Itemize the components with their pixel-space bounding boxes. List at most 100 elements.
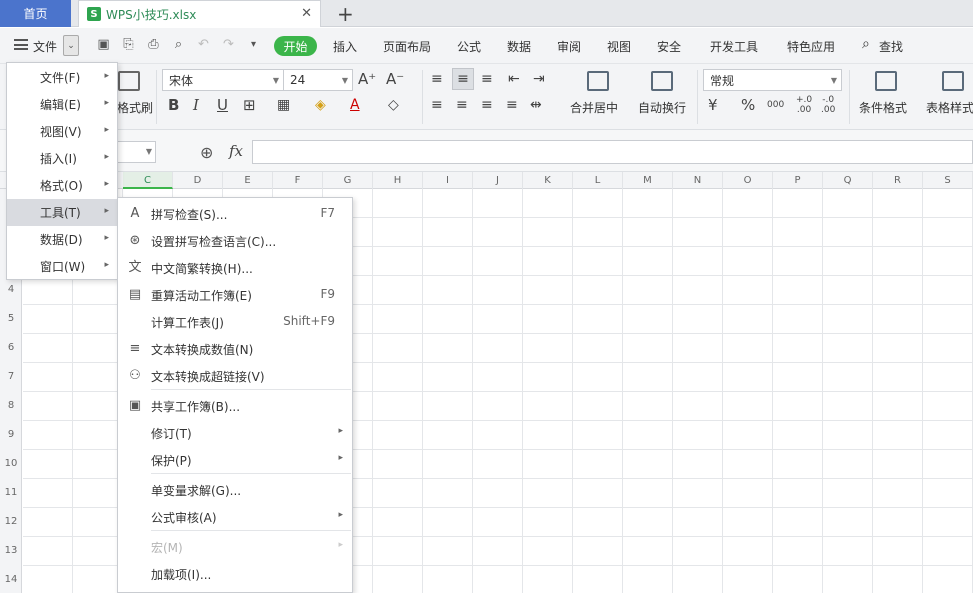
row-header[interactable]: 11 [0, 487, 22, 498]
column-header[interactable]: S [923, 172, 973, 189]
hamburger-icon[interactable] [14, 39, 28, 50]
column-header[interactable]: D [173, 172, 223, 189]
column-header[interactable]: M [623, 172, 673, 189]
merge-center-label[interactable]: 合并居中 [570, 99, 618, 116]
export-icon[interactable]: ⎘ [121, 38, 136, 52]
submenu-item[interactable]: 文中文简繁转换(H)... [118, 254, 352, 281]
tab-home[interactable]: 首页 [0, 0, 71, 27]
row-header[interactable]: 14 [0, 574, 22, 585]
column-header[interactable]: R [873, 172, 923, 189]
menu-item[interactable]: 编辑(E) ▸ [7, 91, 117, 118]
row-header[interactable]: 10 [0, 458, 22, 469]
column-header[interactable]: C [123, 172, 173, 189]
align-right-icon[interactable]: ≡ [481, 97, 493, 113]
italic-button[interactable]: I [193, 97, 199, 113]
name-box[interactable]: ▼ [112, 141, 156, 163]
clear-icon[interactable]: ◇ [388, 97, 399, 113]
row-header[interactable]: 8 [0, 400, 22, 411]
font-size-select[interactable]: 24 ▼ [283, 69, 353, 91]
submenu-item[interactable]: 计算工作表(J) Shift+F9 [118, 308, 352, 335]
submenu-item[interactable]: 保护(P) ▸ [118, 446, 352, 473]
tab-view[interactable]: 视图 [607, 38, 631, 55]
menu-item[interactable]: 插入(I) ▸ [7, 145, 117, 172]
tab-insert[interactable]: 插入 [333, 38, 357, 55]
row-header[interactable]: 6 [0, 342, 22, 353]
tab-document[interactable]: S WPS小技巧.xlsx ✕ [78, 0, 321, 27]
underline-button[interactable]: U [217, 97, 228, 113]
increase-decimal-button[interactable]: +.0 .00 [796, 95, 812, 115]
row-header[interactable]: 5 [0, 313, 22, 324]
column-header[interactable]: P [773, 172, 823, 189]
wrap-text-icon[interactable] [651, 71, 673, 91]
decrease-decimal-button[interactable]: -.0 .00 [821, 95, 835, 115]
menu-item[interactable]: 视图(V) ▸ [7, 118, 117, 145]
submenu-item[interactable]: ▣ 共享工作簿(B)... [118, 392, 352, 419]
font-color-icon[interactable]: A [350, 97, 360, 113]
tab-formula[interactable]: 公式 [457, 38, 481, 55]
row-header[interactable]: 4 [0, 284, 22, 295]
save-icon[interactable]: ▣ [96, 38, 111, 52]
submenu-item[interactable]: ▤ 重算活动工作簿(E) F9 [118, 281, 352, 308]
new-tab-button[interactable]: + [337, 2, 354, 26]
font-name-select[interactable]: 宋体 ▼ [162, 69, 284, 91]
print-preview-icon[interactable]: ⌕ [171, 38, 186, 52]
grow-font-icon[interactable]: A⁺ [358, 71, 376, 87]
justify-icon[interactable]: ≡ [506, 97, 518, 113]
submenu-item[interactable]: ⊛ 设置拼写检查语言(C)... [118, 227, 352, 254]
submenu-item[interactable]: 修订(T) ▸ [118, 419, 352, 446]
zoom-icon[interactable]: ⊕ [200, 143, 213, 162]
indent-decrease-icon[interactable]: ⇤ [508, 71, 520, 87]
search-button[interactable]: 查找 [879, 38, 903, 55]
shrink-font-icon[interactable]: A⁻ [386, 71, 404, 87]
file-menu-button[interactable]: 文件 [33, 38, 57, 55]
fill-pattern-icon[interactable]: ▦ [277, 97, 290, 113]
tab-developer[interactable]: 开发工具 [710, 38, 758, 55]
customize-icon[interactable]: ▾ [246, 38, 261, 52]
column-header[interactable]: G [323, 172, 373, 189]
submenu-item[interactable]: 加载项(I)... [118, 560, 352, 587]
column-header[interactable]: J [473, 172, 523, 189]
column-header[interactable]: E [223, 172, 273, 189]
close-tab-icon[interactable]: ✕ [301, 6, 312, 21]
format-painter-label[interactable]: 格式刷 [117, 99, 153, 116]
search-icon[interactable]: ⌕ [862, 36, 870, 52]
border-icon[interactable]: ⊞ [243, 97, 256, 113]
thousands-button[interactable]: 000 [767, 97, 784, 113]
bold-button[interactable]: B [168, 97, 179, 113]
percent-button[interactable]: % [741, 97, 755, 113]
column-header[interactable]: K [523, 172, 573, 189]
undo-icon[interactable]: ↶ [196, 38, 211, 52]
format-painter-icon[interactable] [118, 71, 140, 91]
column-header[interactable]: I [423, 172, 473, 189]
file-menu-dropdown[interactable]: ⌄ [63, 35, 79, 56]
submenu-item[interactable]: 公式审核(A) ▸ [118, 503, 352, 530]
distribute-icon[interactable]: ⇹ [530, 97, 542, 113]
tab-data[interactable]: 数据 [507, 38, 531, 55]
align-bottom-icon[interactable]: ≡ [481, 71, 493, 87]
fx-icon[interactable]: fx [229, 142, 243, 160]
column-header[interactable]: N [673, 172, 723, 189]
align-center-icon[interactable]: ≡ [456, 97, 468, 113]
conditional-format-icon[interactable] [875, 71, 897, 91]
column-header[interactable]: Q [823, 172, 873, 189]
row-header[interactable]: 9 [0, 429, 22, 440]
column-header[interactable]: H [373, 172, 423, 189]
table-style-icon[interactable] [942, 71, 964, 91]
column-header[interactable]: F [273, 172, 323, 189]
row-header[interactable]: 7 [0, 371, 22, 382]
fill-color-icon[interactable]: ◈ [315, 97, 326, 113]
print-icon[interactable]: ⎙ [146, 38, 161, 52]
align-top-icon[interactable]: ≡ [431, 71, 443, 87]
submenu-item[interactable]: 单变量求解(G)... [118, 476, 352, 503]
formula-input[interactable] [252, 140, 973, 164]
indent-increase-icon[interactable]: ⇥ [533, 71, 545, 87]
number-format-select[interactable]: 常规 ▼ [703, 69, 842, 91]
tab-security[interactable]: 安全 [657, 38, 681, 55]
merge-center-icon[interactable] [587, 71, 609, 91]
menu-item[interactable]: 数据(D) ▸ [7, 226, 117, 253]
align-left-icon[interactable]: ≡ [431, 97, 443, 113]
redo-icon[interactable]: ↷ [221, 38, 236, 52]
submenu-item[interactable]: ⚇ 文本转换成超链接(V) [118, 362, 352, 389]
menu-item[interactable]: 工具(T) ▸ [7, 199, 117, 226]
currency-icon[interactable]: ¥ [708, 97, 718, 113]
